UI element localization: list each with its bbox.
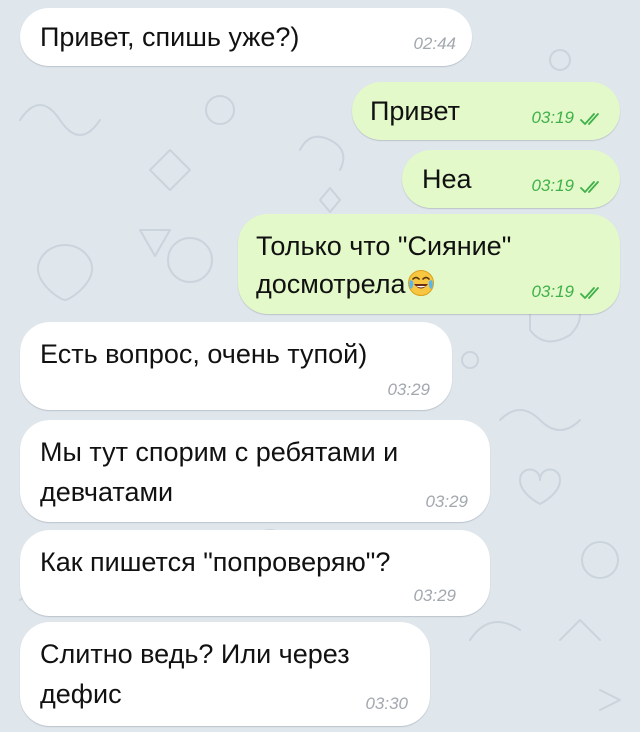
message-bubble-outgoing[interactable]: Только что "Сияние" досмотрела 03:19: [238, 214, 620, 314]
message-text-line-2: дефис: [40, 679, 122, 709]
message-text: Привет: [370, 96, 461, 126]
message-bubble-outgoing[interactable]: Неа 03:19: [402, 150, 620, 208]
message-bubble-incoming[interactable]: Как пишется "попроверяю"? 03:29: [20, 530, 490, 616]
message-bubble-incoming[interactable]: Мы тут спорим с ребятами и девчатами 03:…: [20, 420, 490, 522]
message-time: 03:30: [365, 694, 408, 713]
message-text-line-1: Мы тут спорим с ребятами и: [40, 437, 399, 467]
message-bubble-incoming[interactable]: Слитно ведь? Или через дефис 03:30: [20, 622, 430, 726]
message-text: Привет, спишь уже?): [40, 22, 300, 52]
message-text: Неа: [422, 164, 472, 194]
message-text-line-2: досмотрела: [256, 264, 435, 304]
message-bubble-incoming[interactable]: Есть вопрос, очень тупой) 03:29: [20, 322, 452, 410]
read-double-check-icon: [580, 113, 599, 125]
message-time: 03:29: [387, 380, 430, 399]
message-text: Как пишется "попроверяю"?: [40, 547, 391, 577]
read-double-check-icon: [580, 287, 599, 299]
message-time: 03:19: [531, 282, 574, 301]
chat-area: Привет, спишь уже?) 02:44 Привет 03:19 Н…: [0, 0, 640, 732]
message-text: Есть вопрос, очень тупой): [40, 339, 368, 369]
message-time: 03:29: [425, 492, 468, 511]
message-time: 03:29: [413, 586, 456, 605]
message-bubble-incoming[interactable]: Привет, спишь уже?) 02:44: [20, 8, 472, 66]
read-double-check-icon: [580, 181, 599, 193]
message-text-line-1: Слитно ведь? Или через: [40, 639, 350, 669]
message-text-line-1: Только что "Сияние": [256, 231, 512, 261]
message-bubble-outgoing[interactable]: Привет 03:19: [352, 82, 620, 140]
message-time: 02:44: [413, 34, 456, 53]
message-time: 03:19: [531, 176, 574, 195]
message-time: 03:19: [531, 108, 574, 127]
face-with-tears-of-joy-icon: [407, 270, 434, 296]
message-text-line-2-text: досмотрела: [256, 269, 406, 299]
message-text-line-2: девчатами: [40, 477, 174, 507]
